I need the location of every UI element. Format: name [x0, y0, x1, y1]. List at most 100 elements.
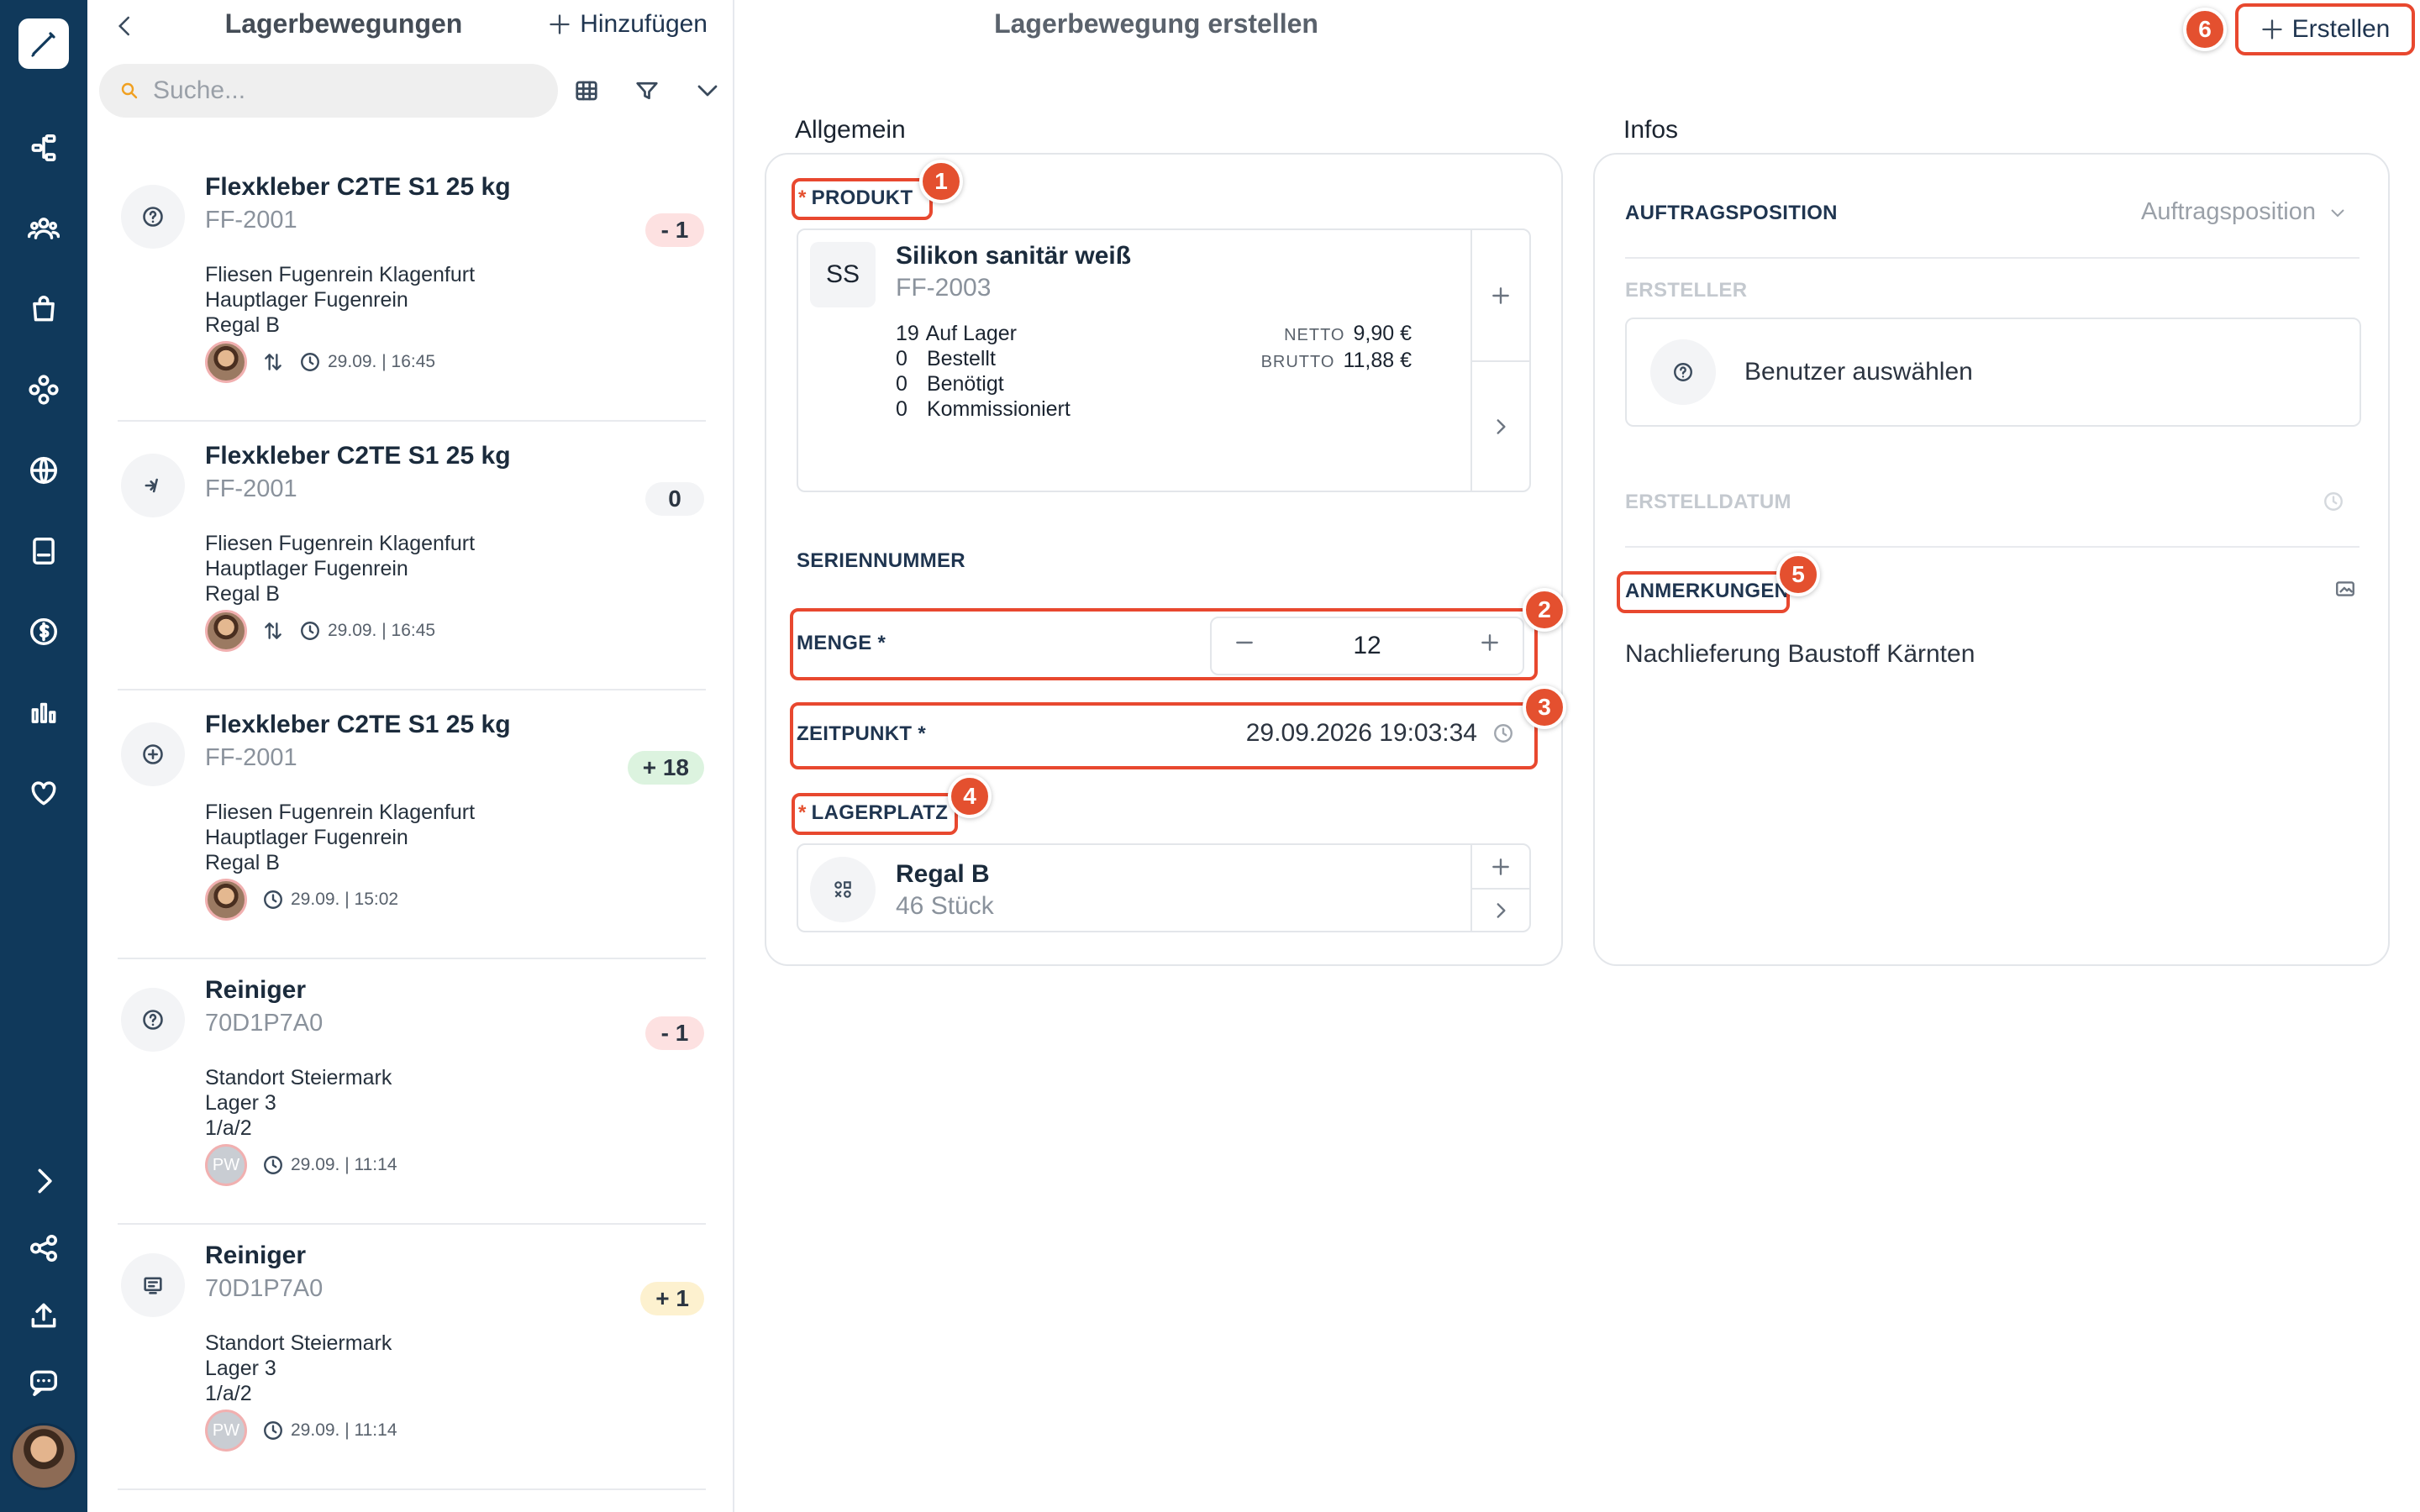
clock-icon: [264, 890, 282, 909]
create-button[interactable]: Erstellen: [2235, 3, 2415, 55]
create-button-label: Erstellen: [2291, 15, 2391, 43]
storage-name: Regal B: [896, 860, 990, 888]
filter-icon[interactable]: [630, 74, 664, 108]
list-item[interactable]: Flexkleber C2TE S1 25 kg FF-2001 - 1 Fli…: [118, 155, 706, 422]
search-input[interactable]: [153, 76, 506, 105]
user-avatar: [205, 610, 247, 652]
correction-icon: [121, 454, 185, 517]
receipt-icon: [121, 1253, 185, 1317]
item-title: Reiniger: [205, 976, 307, 1004]
list-item[interactable]: Flexkleber C2TE S1 25 kg FF-2001 + 18 Fl…: [118, 692, 706, 959]
transfer-arrows-icon: [265, 622, 281, 639]
item-meta: 29.09. | 16:45: [205, 610, 435, 652]
section-general-title: Allgemein: [795, 116, 906, 144]
clock-icon: [264, 1421, 282, 1440]
product-add-plus-icon[interactable]: [1472, 230, 1529, 360]
globe-icon[interactable]: [25, 452, 62, 489]
page-title: Lagerbewegung erstellen: [994, 8, 1318, 39]
clock-icon: [264, 1156, 282, 1174]
storage-card[interactable]: Regal B 46 Stück: [797, 843, 1531, 932]
list-item[interactable]: Reiniger 70D1P7A0 - 1 Standort Steiermar…: [118, 958, 706, 1225]
image-icon[interactable]: [2334, 578, 2356, 604]
step-marker-1: 1: [919, 160, 963, 203]
app-logo[interactable]: [18, 18, 69, 69]
quantity-badge: 0: [645, 482, 704, 516]
dollar-icon[interactable]: [25, 613, 62, 650]
chevron-down-icon[interactable]: [691, 74, 724, 108]
search-bar[interactable]: [99, 64, 558, 118]
product-label-highlight: [792, 178, 933, 220]
storage-open-chevron-icon[interactable]: [1472, 888, 1529, 931]
heart-icon[interactable]: [25, 774, 62, 811]
question-icon: [121, 185, 185, 249]
product-actions: [1470, 230, 1529, 491]
user-avatar: PW: [205, 1144, 247, 1186]
clock-icon: [301, 353, 319, 371]
storage-stock: 46 Stück: [896, 892, 994, 920]
table-view-icon[interactable]: [570, 74, 603, 108]
item-location: Standort Steiermark Lager 3 1/a/2: [205, 1331, 392, 1405]
item-meta: PW 29.09. | 11:14: [205, 1410, 397, 1452]
book-icon[interactable]: [25, 533, 62, 570]
chat-icon[interactable]: [25, 1364, 62, 1401]
serial-number-label[interactable]: SERIENNUMMER: [797, 549, 965, 573]
plus-icon: [550, 14, 570, 34]
product-price: NETTO 9,90 € BRUTTO 11,88 €: [1260, 322, 1412, 372]
item-time: 29.09. | 11:14: [291, 1420, 397, 1440]
item-title: Flexkleber C2TE S1 25 kg: [205, 442, 511, 470]
current-user-avatar[interactable]: [10, 1423, 77, 1490]
clock-icon: [2323, 491, 2344, 517]
plus-circle-icon: [121, 722, 185, 786]
users-icon[interactable]: [25, 210, 62, 247]
upload-icon[interactable]: [25, 1297, 62, 1334]
item-title: Flexkleber C2TE S1 25 kg: [205, 173, 511, 201]
step-marker-2: 2: [1523, 588, 1566, 632]
add-button[interactable]: Hinzufügen: [548, 10, 708, 39]
item-meta: 29.09. | 15:02: [205, 879, 398, 921]
order-position-placeholder: Auftragsposition: [2141, 198, 2316, 225]
quantity-badge: + 1: [640, 1282, 704, 1315]
item-location: Fliesen Fugenrein Klagenfurt Hauptlager …: [205, 801, 476, 874]
pen-logo-icon: [31, 32, 55, 57]
chart-icon[interactable]: [25, 694, 62, 731]
bag-icon[interactable]: [25, 291, 62, 328]
question-icon: [121, 988, 185, 1052]
add-button-label: Hinzufügen: [580, 10, 708, 38]
share-icon[interactable]: [25, 1230, 62, 1267]
divider: [1625, 546, 2360, 548]
user-avatar: PW: [205, 1410, 247, 1452]
item-time: 29.09. | 16:45: [328, 352, 436, 371]
item-location: Fliesen Fugenrein Klagenfurt Hauptlager …: [205, 263, 476, 337]
user-avatar: [205, 879, 247, 921]
item-location: Fliesen Fugenrein Klagenfurt Hauptlager …: [205, 532, 476, 606]
back-chevron-icon[interactable]: [113, 13, 138, 43]
product-card[interactable]: SS Silikon sanitär weiß FF-2003 19 Auf L…: [797, 228, 1531, 492]
item-sku: 70D1P7A0: [205, 1275, 324, 1302]
chevron-down-icon: [2331, 208, 2344, 217]
timestamp-highlight: [790, 702, 1538, 769]
product-stock: 19 Auf Lager 0 Bestellt 0 Benötigt 0 Kom…: [896, 322, 1071, 421]
product-open-chevron-icon[interactable]: [1472, 360, 1529, 491]
chevron-right-icon[interactable]: [25, 1163, 62, 1200]
product-name: Silikon sanitär weiß: [896, 242, 1132, 270]
storage-shapes-icon: [810, 857, 876, 922]
notes-value[interactable]: Nachlieferung Baustoff Kärnten: [1625, 640, 1975, 669]
workflow-icon[interactable]: [25, 129, 62, 166]
item-sku: FF-2001: [205, 475, 297, 502]
clock-icon: [301, 622, 319, 640]
modules-icon[interactable]: [25, 371, 62, 408]
quantity-badge: - 1: [645, 213, 704, 247]
section-infos-title: Infos: [1623, 116, 1679, 144]
item-time: 29.09. | 11:14: [291, 1155, 397, 1174]
list-item[interactable]: Reiniger 70D1P7A0 + 1 Standort Steiermar…: [118, 1223, 706, 1490]
order-position-select[interactable]: Auftragsposition: [2141, 198, 2348, 226]
nav-rail: [0, 0, 87, 1512]
divider: [1625, 257, 2360, 259]
list-title: Lagerbewegungen: [224, 8, 463, 39]
list-item[interactable]: Flexkleber C2TE S1 25 kg FF-2001 0 Flies…: [118, 423, 706, 690]
item-meta: PW 29.09. | 11:14: [205, 1144, 397, 1186]
step-marker-3: 3: [1523, 685, 1566, 729]
storage-add-plus-icon[interactable]: [1472, 845, 1529, 888]
creator-select[interactable]: Benutzer auswählen: [1625, 318, 2361, 427]
step-marker-6: 6: [2183, 8, 2227, 51]
